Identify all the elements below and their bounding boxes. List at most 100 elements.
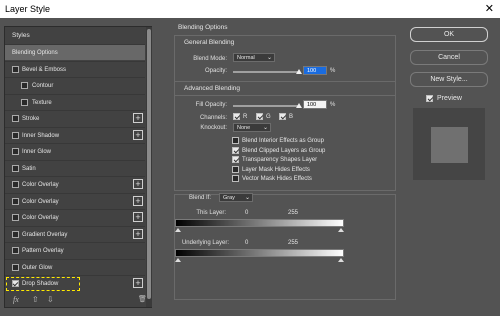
move-down-icon[interactable]: ⇩ [47, 295, 54, 304]
style-item-label: Pattern Overlay [22, 248, 64, 254]
styles-panel: Styles Blending Options Bevel & Emboss Con… [4, 26, 152, 308]
cancel-button[interactable]: Cancel [410, 50, 488, 65]
ok-button[interactable]: OK [410, 27, 488, 42]
fill-opacity-input[interactable]: 100 [303, 100, 327, 109]
preview-swatch [431, 127, 468, 163]
blend-mode-value: Normal [237, 55, 255, 61]
channel-b-checkbox[interactable] [279, 113, 286, 120]
move-up-icon[interactable]: ⇧ [32, 295, 39, 304]
blend-interior-effects-as-group-checkbox[interactable] [232, 137, 239, 144]
this-layer-high: 255 [288, 210, 299, 216]
layer-mask-hides-effects-checkbox[interactable] [232, 165, 239, 173]
add-effect-icon[interactable]: + [133, 228, 143, 239]
style-item-inner-shadow[interactable]: Inner Shadow + [5, 126, 145, 143]
fill-opacity-slider-handle[interactable] [296, 103, 302, 108]
transparency-shapes-layer-checkbox[interactable] [232, 156, 239, 164]
blend-mode-label: Blend Mode: [193, 56, 227, 62]
add-effect-icon[interactable]: + [133, 113, 143, 123]
this-layer-gradient-bar[interactable] [175, 219, 344, 227]
channel-r-checkbox[interactable] [233, 113, 240, 120]
style-item-label: Inner Shadow [22, 132, 60, 139]
style-item-color-overlay[interactable]: Color Overlay + [5, 192, 145, 209]
chevron-down-icon: ⌄ [262, 125, 268, 131]
add-effect-icon[interactable]: + [133, 278, 143, 288]
style-checkbox[interactable] [12, 247, 19, 254]
style-item-satin[interactable]: Satin [5, 159, 145, 176]
style-item-label: Texture [32, 99, 52, 106]
opacity-input[interactable]: 100 [303, 66, 327, 75]
fill-opacity-unit: % [330, 102, 336, 108]
blending-options-panel: Blending Options General Blending Blend … [169, 18, 396, 310]
layer-mask-hides-effects-label: Layer Mask Hides Effects [242, 166, 310, 173]
add-effect-icon[interactable]: + [133, 129, 143, 140]
underlying-low: 0 [245, 240, 249, 246]
underlying-white-handle[interactable] [338, 258, 344, 262]
style-item-color-overlay[interactable]: Color Overlay + [5, 176, 145, 192]
blend-if-select[interactable]: Gray ⌄ [219, 193, 253, 202]
window-title: Layer Style [5, 4, 51, 14]
blend-if-value: Gray [223, 195, 235, 201]
blending-options-title: Blending Options [178, 24, 228, 31]
knockout-select[interactable]: None ⌄ [233, 123, 271, 132]
channel-g-checkbox[interactable] [256, 113, 263, 120]
add-effect-icon[interactable]: + [133, 179, 143, 189]
this-layer-black-handle[interactable] [175, 228, 181, 232]
style-item-gradient-overlay[interactable]: Gradient Overlay + [5, 225, 145, 242]
style-item-blending-options[interactable]: Blending Options [5, 44, 145, 60]
style-checkbox[interactable] [12, 164, 19, 172]
style-checkbox[interactable] [12, 148, 19, 155]
opacity-slider[interactable] [233, 71, 299, 73]
style-checkbox[interactable] [12, 131, 19, 139]
style-item-inner-glow[interactable]: Inner Glow [5, 143, 145, 159]
focus-outline [6, 277, 80, 291]
underlying-high: 255 [288, 240, 299, 246]
underlying-black-handle[interactable] [175, 258, 181, 262]
blend-clipped-layers-as-group-checkbox[interactable] [232, 146, 239, 154]
style-item-label: Outer Glow [22, 264, 53, 271]
style-item-label: Color Overlay [22, 182, 59, 188]
style-checkbox[interactable] [12, 115, 19, 122]
style-checkbox[interactable] [12, 230, 19, 238]
style-checkbox[interactable] [12, 197, 19, 205]
style-item-pattern-overlay[interactable]: Pattern Overlay [5, 242, 145, 258]
blend-mode-select[interactable]: Normal ⌄ [233, 53, 275, 62]
close-icon[interactable]: ✕ [485, 2, 494, 15]
advanced-blending-title: Advanced Blending [184, 85, 241, 92]
fill-opacity-slider[interactable] [233, 105, 299, 107]
style-checkbox[interactable] [12, 181, 19, 188]
add-effect-icon[interactable]: + [133, 195, 143, 206]
style-checkbox[interactable] [12, 263, 19, 271]
trash-icon[interactable]: 🗑 [138, 295, 147, 303]
vector-mask-hides-effects-checkbox[interactable] [232, 175, 239, 183]
style-item-drop-shadow[interactable]: Drop Shadow + [5, 275, 145, 291]
style-checkbox[interactable] [21, 82, 28, 89]
fx-icon[interactable]: fx [13, 295, 19, 304]
style-item-label: Gradient Overlay [22, 231, 68, 238]
opacity-unit: % [330, 68, 336, 74]
style-item-stroke[interactable]: Stroke + [5, 110, 145, 126]
opacity-slider-handle[interactable] [296, 69, 302, 74]
styles-scrollbar[interactable] [146, 27, 152, 307]
style-checkbox[interactable] [12, 65, 19, 73]
style-item-bevel-emboss[interactable]: Bevel & Emboss [5, 60, 145, 77]
style-item-label: Color Overlay [22, 198, 59, 205]
style-item-label: Bevel & Emboss [22, 66, 67, 73]
knockout-value: None [237, 125, 251, 131]
preview-checkbox[interactable] [426, 95, 433, 102]
scrollbar-thumb[interactable] [147, 29, 151, 299]
style-item-color-overlay[interactable]: Color Overlay + [5, 209, 145, 225]
style-checkbox[interactable] [21, 98, 28, 106]
style-checkbox[interactable] [12, 214, 19, 221]
style-item-contour[interactable]: Contour [5, 77, 145, 93]
styles-header[interactable]: Styles [5, 27, 145, 44]
new-style-button[interactable]: New Style... [410, 72, 488, 87]
style-item-texture[interactable]: Texture [5, 93, 145, 110]
add-effect-icon[interactable]: + [133, 212, 143, 222]
style-item-outer-glow[interactable]: Outer Glow [5, 258, 145, 275]
underlying-layer-gradient-bar[interactable] [175, 249, 344, 257]
transparency-shapes-layer-label: Transparency Shapes Layer [242, 157, 318, 164]
chevron-down-icon: ⌄ [266, 55, 272, 61]
style-item-label: Inner Glow [22, 149, 52, 155]
preview-thumbnail [413, 108, 485, 180]
this-layer-white-handle[interactable] [338, 228, 344, 232]
